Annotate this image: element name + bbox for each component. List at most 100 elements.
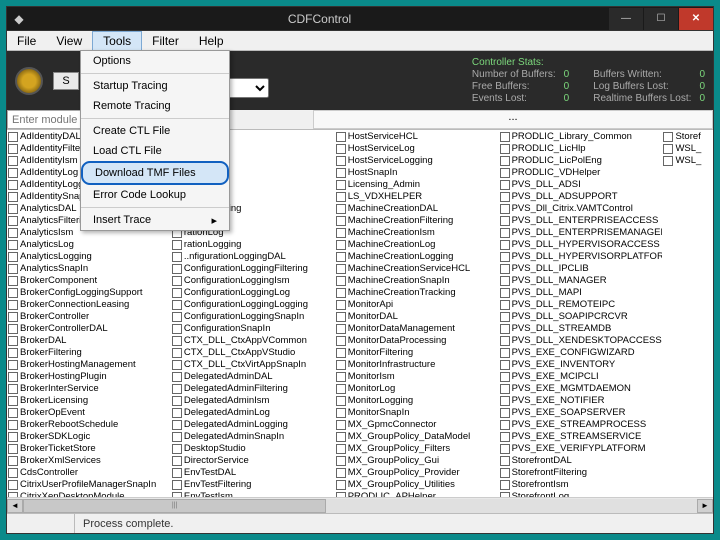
- module-checkbox-item[interactable]: Licensing_Admin: [336, 179, 498, 191]
- module-checkbox[interactable]: [8, 324, 18, 334]
- module-checkbox[interactable]: [8, 288, 18, 298]
- module-checkbox-item[interactable]: DirectorService: [172, 455, 334, 467]
- module-checkbox[interactable]: [500, 324, 510, 334]
- menu-filter[interactable]: Filter: [142, 32, 189, 50]
- module-checkbox-item[interactable]: BrokerOpEvent: [8, 407, 170, 419]
- module-checkbox-item[interactable]: MonitorDataManagement: [336, 323, 498, 335]
- module-checkbox[interactable]: [336, 432, 346, 442]
- module-checkbox[interactable]: [8, 240, 18, 250]
- module-checkbox[interactable]: [336, 288, 346, 298]
- menu-help[interactable]: Help: [189, 32, 234, 50]
- module-checkbox[interactable]: [500, 300, 510, 310]
- module-checkbox[interactable]: [500, 432, 510, 442]
- module-checkbox[interactable]: [336, 192, 346, 202]
- module-checkbox[interactable]: [172, 432, 182, 442]
- module-checkbox[interactable]: [336, 372, 346, 382]
- module-checkbox[interactable]: [500, 468, 510, 478]
- module-checkbox-item[interactable]: StorefrontDAL: [500, 455, 662, 467]
- module-checkbox-item[interactable]: PVS_DLL_STREAMDB: [500, 323, 662, 335]
- module-checkbox-item[interactable]: MachineCreationDAL: [336, 203, 498, 215]
- module-checkbox-item[interactable]: PVS_Dll_Citrix.VAMTControl: [500, 203, 662, 215]
- module-checkbox-item[interactable]: PRODLIC_APHelper: [336, 491, 498, 497]
- module-checkbox[interactable]: [500, 240, 510, 250]
- module-checkbox[interactable]: [500, 180, 510, 190]
- module-checkbox[interactable]: [500, 276, 510, 286]
- module-checkbox-item[interactable]: WSL_: [663, 155, 712, 167]
- module-checkbox-item[interactable]: MachineCreationSnapIn: [336, 275, 498, 287]
- module-checkbox[interactable]: [8, 312, 18, 322]
- module-checkbox[interactable]: [336, 276, 346, 286]
- module-checkbox[interactable]: [172, 444, 182, 454]
- module-checkbox[interactable]: [172, 336, 182, 346]
- module-checkbox[interactable]: [8, 480, 18, 490]
- module-checkbox[interactable]: [500, 144, 510, 154]
- module-checkbox-item[interactable]: DesktopStudio: [172, 443, 334, 455]
- module-checkbox-item[interactable]: MonitorDataProcessing: [336, 335, 498, 347]
- module-checkbox-item[interactable]: StorefrontLog: [500, 491, 662, 497]
- module-checkbox-item[interactable]: CTX_DLL_CtxAppVStudio: [172, 347, 334, 359]
- module-checkbox[interactable]: [336, 180, 346, 190]
- module-checkbox-item[interactable]: rationLogging: [172, 239, 334, 251]
- module-checkbox[interactable]: [500, 456, 510, 466]
- module-checkbox[interactable]: [8, 444, 18, 454]
- module-checkbox[interactable]: [500, 132, 510, 142]
- module-checkbox-item[interactable]: MachineCreationLog: [336, 239, 498, 251]
- module-checkbox-item[interactable]: DelegatedAdminLog: [172, 407, 334, 419]
- tools-menu-item[interactable]: Load CTL File: [81, 141, 229, 161]
- module-checkbox[interactable]: [172, 276, 182, 286]
- module-checkbox-item[interactable]: BrokerComponent: [8, 275, 170, 287]
- module-checkbox[interactable]: [336, 360, 346, 370]
- module-checkbox-item[interactable]: PVS_DLL_ADSI: [500, 179, 662, 191]
- module-checkbox-item[interactable]: MonitorLog: [336, 383, 498, 395]
- module-checkbox-item[interactable]: PRODLIC_LicPolEng: [500, 155, 662, 167]
- module-checkbox[interactable]: [500, 492, 510, 497]
- module-checkbox-item[interactable]: PVS_DLL_SOAPIPCRCVR: [500, 311, 662, 323]
- module-checkbox-item[interactable]: ConfigurationSnapIn: [172, 323, 334, 335]
- module-checkbox-item[interactable]: ConfigurationLoggingIsm: [172, 275, 334, 287]
- module-checkbox[interactable]: [336, 324, 346, 334]
- module-checkbox[interactable]: [500, 228, 510, 238]
- module-checkbox[interactable]: [500, 336, 510, 346]
- module-checkbox[interactable]: [8, 144, 18, 154]
- module-checkbox[interactable]: [336, 156, 346, 166]
- module-checkbox[interactable]: [172, 396, 182, 406]
- module-checkbox[interactable]: [172, 324, 182, 334]
- menu-tools[interactable]: Tools: [92, 31, 142, 51]
- module-checkbox[interactable]: [336, 228, 346, 238]
- horizontal-scrollbar[interactable]: ◄ ||| ►: [7, 497, 713, 513]
- module-checkbox-item[interactable]: MX_GroupPolicy_Gui: [336, 455, 498, 467]
- module-checkbox[interactable]: [336, 444, 346, 454]
- start-trace-button[interactable]: S: [53, 72, 79, 90]
- module-checkbox[interactable]: [336, 216, 346, 226]
- module-checkbox-item[interactable]: MachineCreationIsm: [336, 227, 498, 239]
- module-checkbox[interactable]: [336, 408, 346, 418]
- tools-menu-item[interactable]: Options: [81, 51, 229, 71]
- maximize-button[interactable]: ☐: [644, 8, 678, 30]
- module-checkbox-item[interactable]: DelegatedAdminSnapIn: [172, 431, 334, 443]
- module-checkbox-item[interactable]: BrokerConnectionLeasing: [8, 299, 170, 311]
- module-checkbox-item[interactable]: DelegatedAdminLogging: [172, 419, 334, 431]
- module-checkbox[interactable]: [336, 132, 346, 142]
- module-checkbox[interactable]: [336, 420, 346, 430]
- module-checkbox-item[interactable]: HostServiceLog: [336, 143, 498, 155]
- module-checkbox-item[interactable]: PVS_EXE_MGMTDAEMON: [500, 383, 662, 395]
- module-checkbox-item[interactable]: PVS_EXE_STREAMSERVICE: [500, 431, 662, 443]
- module-checkbox-item[interactable]: BrokerHostingPlugin: [8, 371, 170, 383]
- module-checkbox-item[interactable]: LS_VDXHELPER: [336, 191, 498, 203]
- module-checkbox-item[interactable]: EnvTestIsm: [172, 491, 334, 497]
- module-checkbox[interactable]: [500, 264, 510, 274]
- module-checkbox-item[interactable]: MachineCreationServiceHCL: [336, 263, 498, 275]
- tools-menu-item[interactable]: Remote Tracing: [81, 96, 229, 116]
- module-checkbox-item[interactable]: MX_GpmcConnector: [336, 419, 498, 431]
- module-checkbox-item[interactable]: HostSnapIn: [336, 167, 498, 179]
- module-checkbox[interactable]: [172, 288, 182, 298]
- module-checkbox[interactable]: [336, 480, 346, 490]
- module-checkbox[interactable]: [8, 336, 18, 346]
- module-checkbox-item[interactable]: PVS_EXE_SOAPSERVER: [500, 407, 662, 419]
- module-checkbox-item[interactable]: CitrixXenDesktopModule: [8, 491, 170, 497]
- module-checkbox-item[interactable]: MonitorApi: [336, 299, 498, 311]
- module-checkbox[interactable]: [336, 492, 346, 497]
- module-checkbox[interactable]: [8, 396, 18, 406]
- module-checkbox-item[interactable]: ConfigurationLoggingSnapIn: [172, 311, 334, 323]
- module-checkbox-item[interactable]: AnalyticsSnapIn: [8, 263, 170, 275]
